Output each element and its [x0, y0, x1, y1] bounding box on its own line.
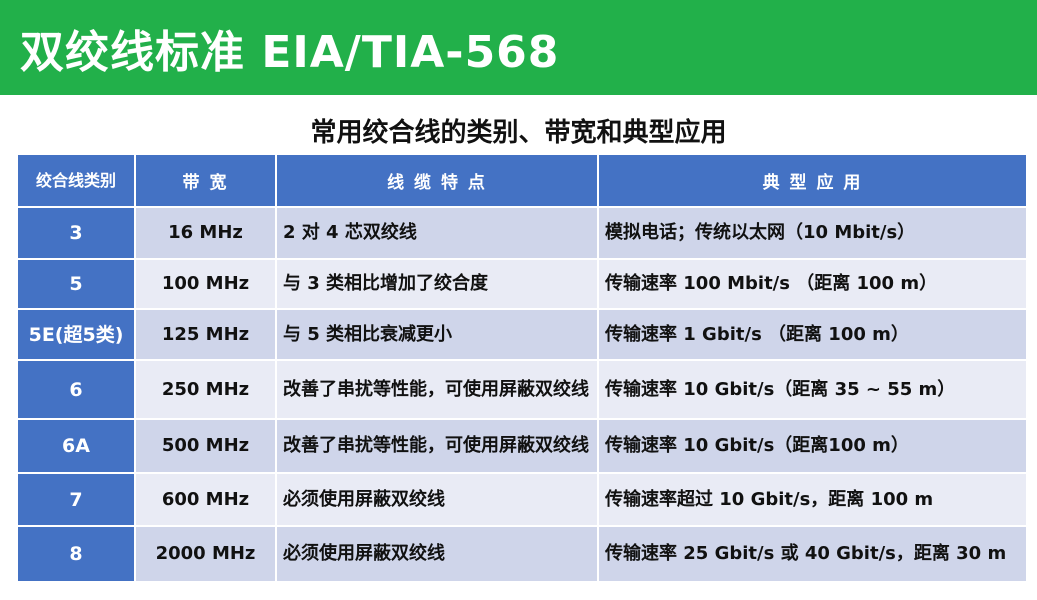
table-caption: 常用绞合线的类别、带宽和典型应用 [310, 118, 727, 148]
features-cell: 与 3 类相比增加了绞合度 [275, 258, 599, 310]
header-category: 绞合线类别 [16, 153, 136, 208]
table-row: 8 2000 MHz 必须使用屏蔽双绞线 传输速率 25 Gbit/s 或 40… [16, 525, 1028, 583]
category-cell: 6A [16, 418, 136, 474]
bandwidth-cell: 125 MHz [134, 308, 277, 361]
application-cell: 传输速率 10 Gbit/s（距离100 m） [597, 418, 1028, 474]
application-cell: 模拟电话；传统以太网（10 Mbit/s） [597, 206, 1028, 260]
table-header-row: 绞合线类别 带 宽 线 缆 特 点 典 型 应 用 [16, 153, 1028, 208]
application-cell: 传输速率 1 Gbit/s （距离 100 m） [597, 308, 1028, 361]
page-title: 双绞线标准 EIA/TIA-568 [20, 26, 560, 78]
table-row: 5 100 MHz 与 3 类相比增加了绞合度 传输速率 100 Mbit/s … [16, 258, 1028, 310]
bandwidth-cell: 250 MHz [134, 359, 277, 420]
bandwidth-cell: 100 MHz [134, 258, 277, 310]
category-cell: 3 [16, 206, 136, 260]
table-row: 5E(超5类) 125 MHz 与 5 类相比衰减更小 传输速率 1 Gbit/… [16, 308, 1028, 361]
features-cell: 必须使用屏蔽双绞线 [275, 525, 599, 583]
features-cell: 与 5 类相比衰减更小 [275, 308, 599, 361]
category-cell: 6 [16, 359, 136, 420]
category-cell: 8 [16, 525, 136, 583]
cable-category-table: 绞合线类别 带 宽 线 缆 特 点 典 型 应 用 3 16 MHz 2 对 4… [16, 153, 1028, 583]
bandwidth-cell: 2000 MHz [134, 525, 277, 583]
application-cell: 传输速率超过 10 Gbit/s，距离 100 m [597, 472, 1028, 527]
application-cell: 传输速率 10 Gbit/s（距离 35 ~ 55 m） [597, 359, 1028, 420]
header-features: 线 缆 特 点 [275, 153, 599, 208]
header-application: 典 型 应 用 [597, 153, 1028, 208]
application-cell: 传输速率 100 Mbit/s （距离 100 m） [597, 258, 1028, 310]
category-cell: 5E(超5类) [16, 308, 136, 361]
features-cell: 改善了串扰等性能，可使用屏蔽双绞线 [275, 418, 599, 474]
bandwidth-cell: 500 MHz [134, 418, 277, 474]
title-banner: 双绞线标准 EIA/TIA-568 [0, 0, 1037, 95]
category-cell: 7 [16, 472, 136, 527]
features-cell: 2 对 4 芯双绞线 [275, 206, 599, 260]
table-row: 6 250 MHz 改善了串扰等性能，可使用屏蔽双绞线 传输速率 10 Gbit… [16, 359, 1028, 420]
bandwidth-cell: 16 MHz [134, 206, 277, 260]
features-cell: 必须使用屏蔽双绞线 [275, 472, 599, 527]
table-row: 6A 500 MHz 改善了串扰等性能，可使用屏蔽双绞线 传输速率 10 Gbi… [16, 418, 1028, 474]
bandwidth-cell: 600 MHz [134, 472, 277, 527]
application-cell: 传输速率 25 Gbit/s 或 40 Gbit/s，距离 30 m [597, 525, 1028, 583]
header-bandwidth: 带 宽 [134, 153, 277, 208]
features-cell: 改善了串扰等性能，可使用屏蔽双绞线 [275, 359, 599, 420]
table-row: 7 600 MHz 必须使用屏蔽双绞线 传输速率超过 10 Gbit/s，距离 … [16, 472, 1028, 527]
table-row: 3 16 MHz 2 对 4 芯双绞线 模拟电话；传统以太网（10 Mbit/s… [16, 206, 1028, 260]
category-cell: 5 [16, 258, 136, 310]
